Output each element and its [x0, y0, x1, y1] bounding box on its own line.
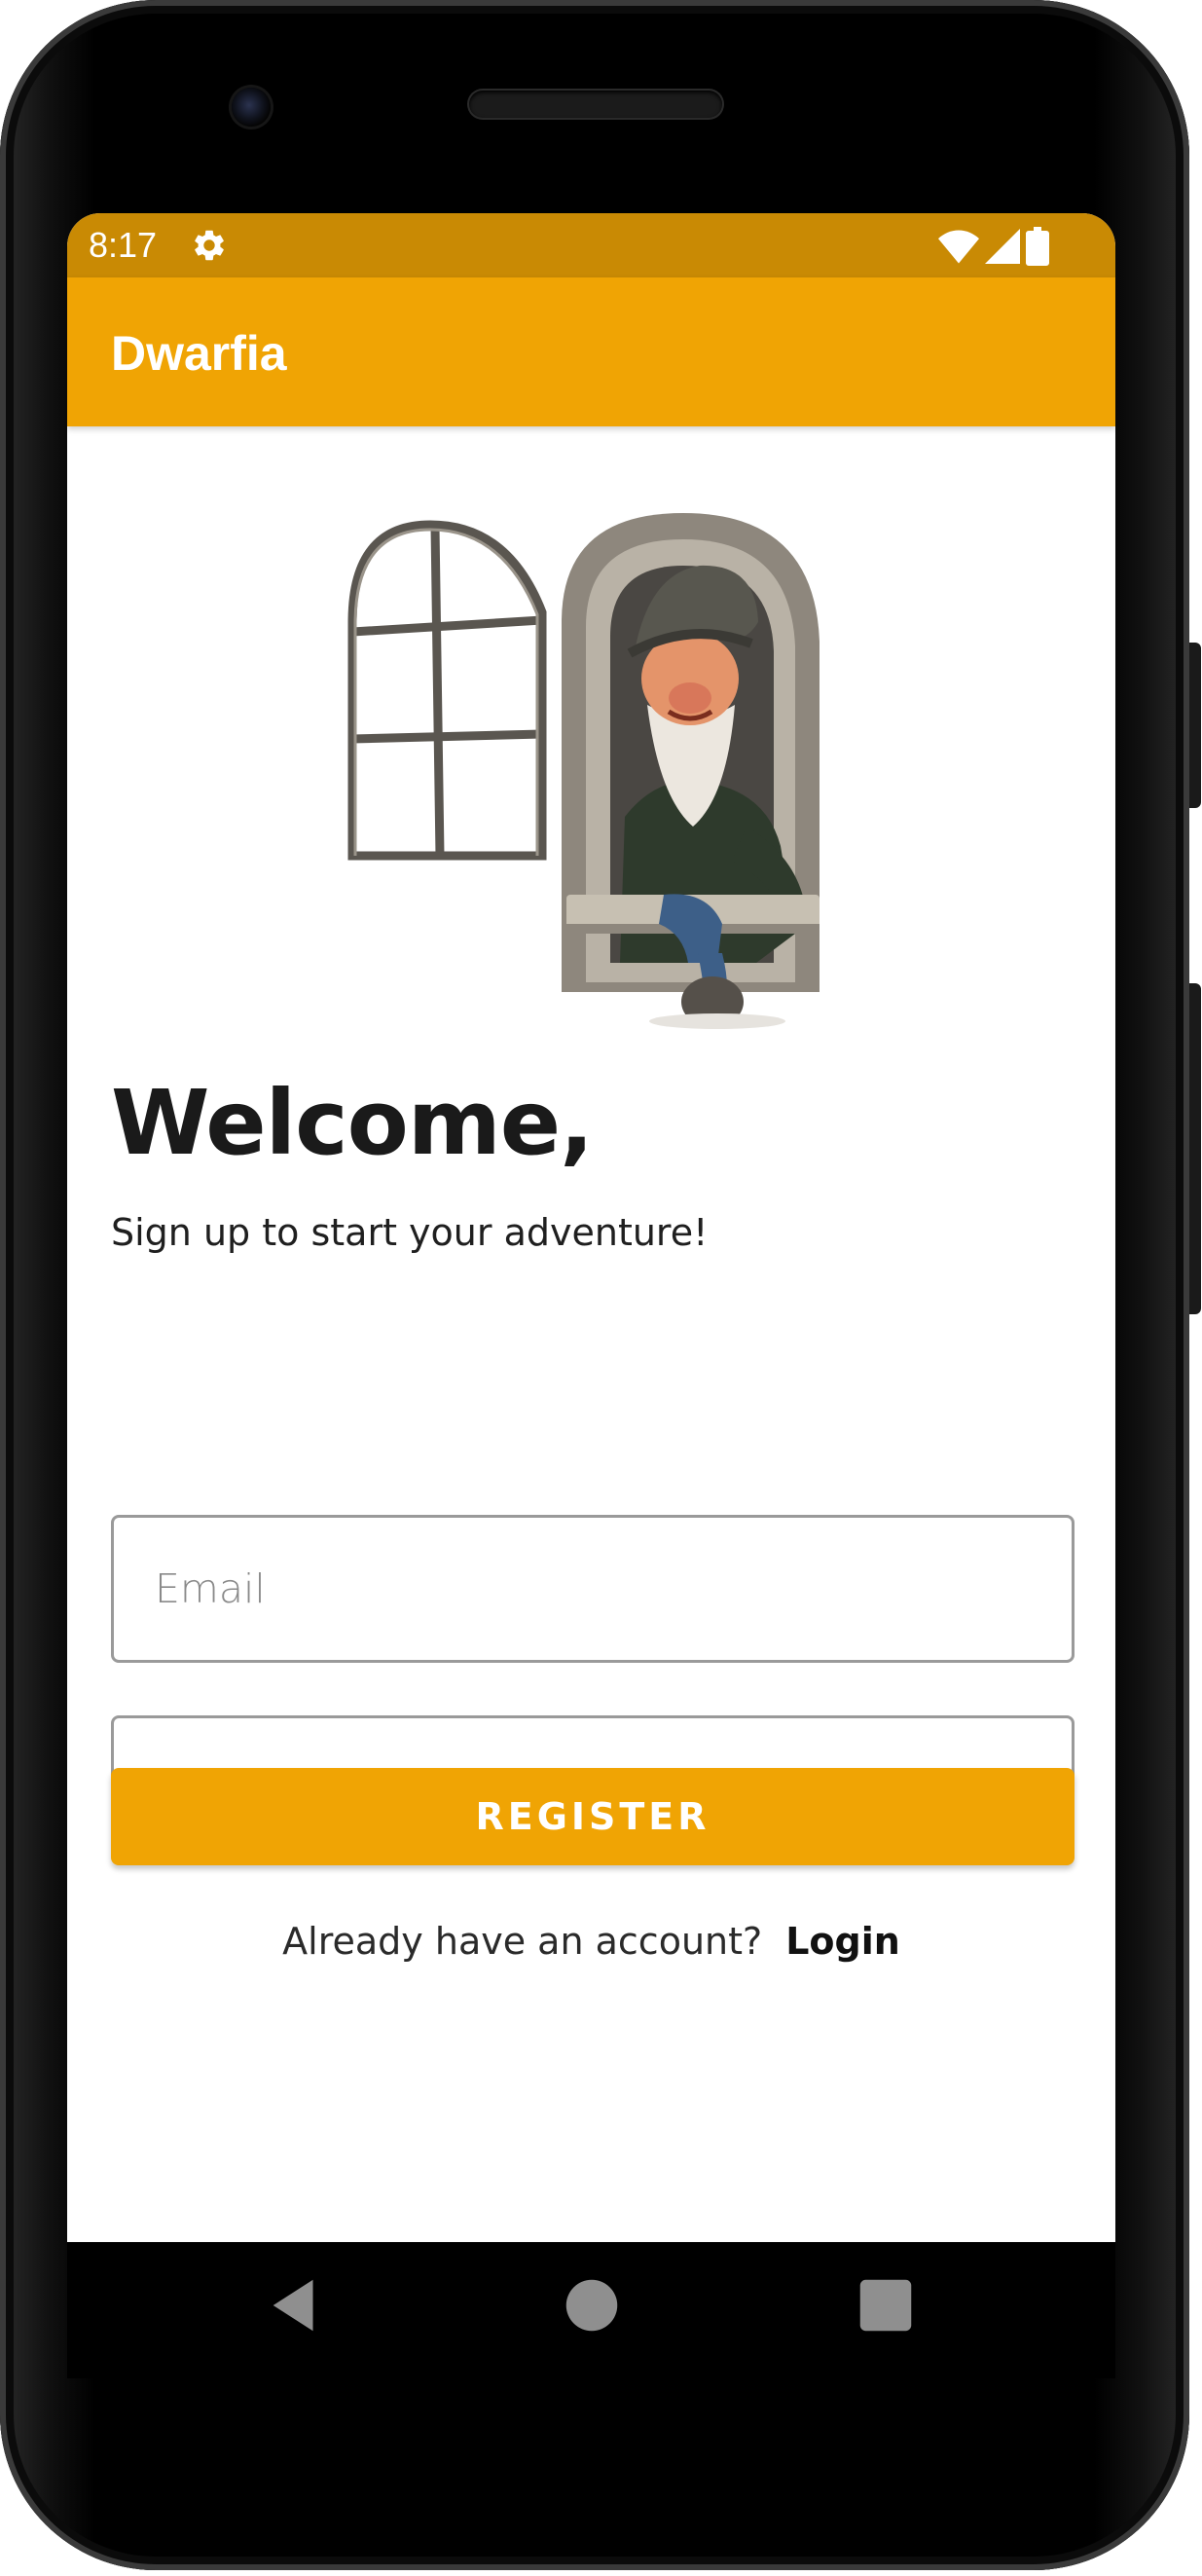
login-link[interactable]: Login	[785, 1920, 900, 1963]
status-icons	[938, 227, 1049, 266]
back-icon[interactable]	[262, 2271, 330, 2339]
gnome-illustration	[347, 513, 820, 1029]
email-input[interactable]	[153, 1518, 970, 1660]
email-field[interactable]	[111, 1515, 1075, 1663]
status-bar: 8:17	[67, 213, 1115, 277]
app-bar: Dwarfia	[67, 277, 1115, 426]
recents-icon[interactable]	[852, 2271, 920, 2339]
login-row: Already have an account? Login	[67, 1919, 1115, 1964]
register-button[interactable]: REGISTER	[111, 1768, 1075, 1865]
login-prompt: Already have an account?	[282, 1920, 763, 1963]
wifi-icon	[938, 230, 979, 264]
window-shutter	[347, 520, 547, 861]
status-time: 8:17	[89, 225, 158, 265]
navigation-bar	[67, 2242, 1115, 2378]
power-button	[1189, 983, 1201, 1314]
settings-icon	[195, 230, 224, 261]
welcome-heading: Welcome,	[111, 1071, 594, 1175]
battery-icon	[1026, 227, 1049, 266]
volume-button	[1189, 643, 1201, 808]
screen: 8:17 Dwarfia Welcome, Sign up to start y…	[67, 213, 1115, 2242]
signal-icon	[985, 229, 1020, 264]
front-camera	[232, 88, 271, 127]
phone-frame: 8:17 Dwarfia Welcome, Sign up to start y…	[0, 0, 1201, 2570]
home-icon[interactable]	[558, 2271, 626, 2339]
earpiece-speaker	[469, 91, 722, 118]
app-title: Dwarfia	[111, 326, 287, 381]
signup-subtitle: Sign up to start your adventure!	[111, 1211, 709, 1254]
